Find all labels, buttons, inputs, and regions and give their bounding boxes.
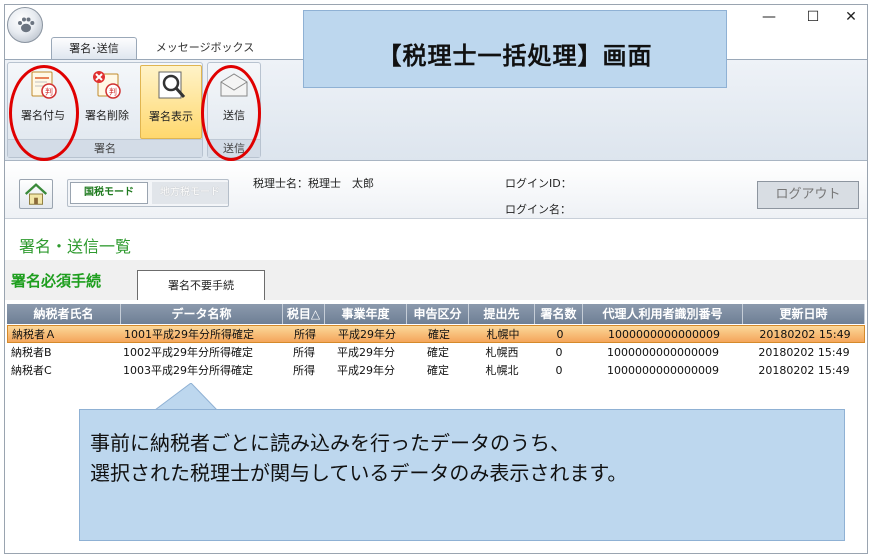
- section-tabs: 署名必須手続 署名不要手続: [5, 260, 867, 300]
- svg-text:判: 判: [45, 87, 53, 97]
- paw-icon: [18, 17, 35, 33]
- cell-data-name: 1002平成29年分所得確定: [123, 346, 253, 359]
- cell-fiscal-year: 平成29年分: [338, 328, 396, 341]
- local-tax-mode-button[interactable]: 地方税モード: [152, 182, 228, 204]
- ribbon-group-sign-label: 署名: [8, 139, 202, 157]
- cell-fiscal-year: 平成29年分: [337, 364, 395, 377]
- info-bar: 国税モード 地方税モード 税理士名：税理士 太郎 ログインID： ログイン名： …: [5, 163, 867, 219]
- login-id-label: ログインID：: [505, 177, 572, 190]
- ribbon-group-sign: 判 署名付与 判 署名削除 署名表示 署名: [7, 62, 203, 158]
- cell-agent-id: 1000000000000009: [607, 364, 719, 377]
- cell-updated-at: 20180202 15:49: [758, 364, 850, 377]
- send-label: 送信: [223, 109, 245, 122]
- table-row[interactable]: 納税者C 1003平成29年分所得確定 所得 平成29年分 確定 札幌北 0 1…: [7, 362, 865, 380]
- maximize-button[interactable]: ☐: [791, 5, 835, 31]
- ribbon-group-send: 送信 送信: [207, 62, 261, 158]
- certificate-add-icon: 判: [31, 71, 57, 99]
- send-button[interactable]: 送信: [208, 65, 260, 139]
- tab-signature-required[interactable]: 署名必須手続: [11, 270, 101, 291]
- app-menu-orb[interactable]: [7, 7, 43, 43]
- application-window: — ☐ ✕ 署名･送信 メッセージボックス 判 署名付与 判 署名削除 署名表示…: [4, 4, 868, 554]
- svg-text:判: 判: [109, 87, 117, 97]
- cell-taxpayer: 納税者C: [11, 364, 52, 377]
- screen-title-callout: 【税理士一括処理】画面: [303, 10, 727, 88]
- column-header-data-name[interactable]: データ名称: [121, 304, 283, 324]
- column-header-fiscal-year[interactable]: 事業年度: [325, 304, 407, 324]
- cell-destination: 札幌西: [485, 346, 519, 359]
- delete-signature-label: 署名削除: [85, 109, 129, 122]
- table-row[interactable]: 納税者Ａ 1001平成29年分所得確定 所得 平成29年分 確定 札幌中 0 1…: [7, 325, 865, 343]
- tab-sign-send[interactable]: 署名･送信: [51, 37, 137, 59]
- list-title: 署名・送信一覧: [19, 237, 132, 256]
- cell-signature-count: 0: [555, 346, 563, 359]
- cell-declaration-type: 確定: [427, 346, 449, 359]
- cell-tax-item: 所得: [294, 328, 316, 341]
- mode-toggle: 国税モード 地方税モード: [67, 179, 229, 207]
- tab-signature-not-required[interactable]: 署名不要手続: [137, 270, 265, 300]
- close-button[interactable]: ✕: [835, 5, 867, 31]
- column-header-agent-id[interactable]: 代理人利用者識別番号: [583, 304, 743, 324]
- cell-data-name: 1001平成29年分所得確定: [124, 328, 254, 341]
- cell-signature-count: 0: [556, 328, 564, 341]
- cell-data-name: 1003平成29年分所得確定: [123, 364, 253, 377]
- cell-declaration-type: 確定: [427, 364, 449, 377]
- logout-button[interactable]: ログアウト: [757, 181, 859, 209]
- home-icon: [24, 183, 48, 205]
- column-header-taxpayer[interactable]: 納税者氏名: [7, 304, 121, 324]
- cell-agent-id: 1000000000000009: [607, 346, 719, 359]
- cell-tax-item: 所得: [293, 346, 315, 359]
- explanation-callout: 事前に納税者ごとに読み込みを行ったデータのうち、 選択された税理士が関与している…: [79, 409, 845, 541]
- column-header-signature-count[interactable]: 署名数: [535, 304, 583, 324]
- cell-taxpayer: 納税者Ａ: [12, 328, 56, 341]
- accountant-name: 税理士名：税理士 太郎: [253, 177, 374, 190]
- show-signature-button[interactable]: 署名表示: [140, 65, 202, 139]
- show-signature-label: 署名表示: [149, 110, 193, 123]
- add-signature-button[interactable]: 判 署名付与: [12, 65, 74, 139]
- column-header-declaration-type[interactable]: 申告区分: [407, 304, 469, 324]
- cell-declaration-type: 確定: [428, 328, 450, 341]
- column-header-destination[interactable]: 提出先: [469, 304, 535, 324]
- cell-signature-count: 0: [555, 364, 563, 377]
- explanation-text: 事前に納税者ごとに読み込みを行ったデータのうち、 選択された税理士が関与している…: [90, 428, 627, 488]
- ribbon-group-send-label: 送信: [208, 139, 260, 157]
- magnifier-icon: [158, 71, 186, 99]
- national-tax-mode-button[interactable]: 国税モード: [70, 182, 148, 204]
- cell-destination: 札幌中: [486, 328, 520, 341]
- table-row[interactable]: 納税者B 1002平成29年分所得確定 所得 平成29年分 確定 札幌西 0 1…: [7, 344, 865, 362]
- cell-tax-item: 所得: [293, 364, 315, 377]
- home-button[interactable]: [19, 179, 53, 209]
- screen-title-text: 【税理士一括処理】画面: [377, 42, 653, 70]
- column-header-updated-at[interactable]: 更新日時: [743, 304, 865, 324]
- tab-message-box[interactable]: メッセージボックス: [145, 37, 265, 59]
- explanation-line-2: 選択された税理士が関与しているデータのみ表示されます。: [90, 461, 628, 485]
- explanation-line-1: 事前に納税者ごとに読み込みを行ったデータのうち、: [90, 431, 570, 455]
- delete-signature-button[interactable]: 判 署名削除: [76, 65, 138, 139]
- certificate-delete-icon: 判: [93, 71, 121, 99]
- add-signature-label: 署名付与: [21, 109, 65, 122]
- cell-updated-at: 20180202 15:49: [758, 346, 850, 359]
- minimize-button[interactable]: —: [747, 5, 791, 31]
- cell-fiscal-year: 平成29年分: [337, 346, 395, 359]
- column-header-tax-item[interactable]: 税目△: [283, 304, 325, 324]
- cell-destination: 札幌北: [485, 364, 519, 377]
- login-name-label: ログイン名：: [505, 203, 571, 216]
- cell-updated-at: 20180202 15:49: [759, 328, 851, 341]
- cell-taxpayer: 納税者B: [11, 346, 52, 359]
- cell-agent-id: 1000000000000009: [608, 328, 720, 341]
- envelope-icon: [220, 73, 248, 97]
